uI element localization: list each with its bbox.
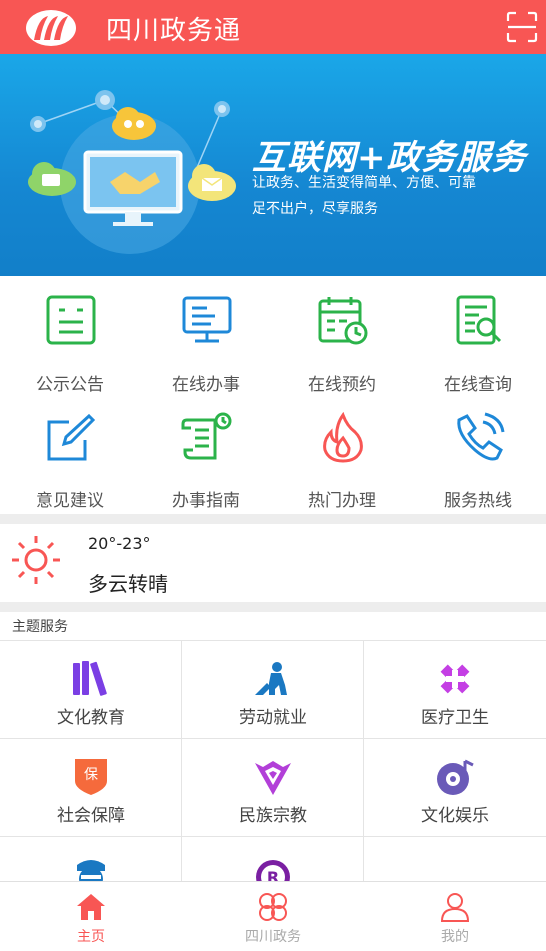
quick-item-label: 在线办事: [172, 375, 240, 395]
section-divider: [0, 514, 546, 524]
monitor-icon: [182, 296, 232, 343]
worker-icon: [255, 662, 287, 695]
weather-description: 多云转晴: [88, 572, 168, 596]
theme-item-label: 社会保障: [57, 806, 125, 826]
theme-item-culture-education[interactable]: 文化教育: [0, 641, 182, 739]
calendar-clock-icon: [318, 297, 368, 345]
theme-item-police[interactable]: [0, 837, 182, 884]
user-icon: [440, 893, 470, 922]
tab-home[interactable]: 主页: [0, 882, 182, 951]
quick-item-feedback[interactable]: 意见建议: [2, 412, 138, 522]
sichuan-logo-icon: [26, 10, 76, 46]
theme-item-label: 劳动就业: [239, 708, 307, 728]
scan-icon[interactable]: [506, 11, 538, 43]
theme-item-label: 文化娱乐: [421, 806, 489, 826]
quick-item-label: 服务热线: [444, 491, 512, 511]
quick-item-notice[interactable]: 公示公告: [2, 294, 138, 404]
tab-label: 我的: [441, 929, 469, 945]
theme-item-employment[interactable]: 劳动就业: [182, 641, 364, 739]
quick-item-label: 在线查询: [444, 375, 512, 395]
tab-sichuan-affairs[interactable]: 四川政务: [182, 882, 364, 951]
quick-item-label: 意见建议: [36, 491, 104, 511]
badge-r-icon: R: [256, 860, 290, 884]
section-title: 主题服务: [12, 619, 68, 635]
theme-item-label: 文化教育: [57, 708, 125, 728]
quick-item-hot[interactable]: 热门办理: [274, 412, 410, 522]
notice-board-icon: [46, 295, 96, 345]
quick-item-appointment[interactable]: 在线预约: [274, 294, 410, 404]
ethnic-ornament-icon: [255, 761, 291, 795]
home-icon: [77, 894, 105, 920]
music-disc-icon: [437, 759, 474, 795]
clover-icon: [259, 893, 287, 921]
promo-banner[interactable]: 互联网+政务服务 让政务、生活变得简单、方便、可靠 足不出户，尽享服务: [0, 54, 546, 276]
top-bar: 四川政务通: [0, 0, 546, 54]
banner-illustration: [28, 90, 236, 254]
theme-item-entertainment[interactable]: 文化娱乐: [364, 739, 546, 837]
quick-item-label: 公示公告: [36, 375, 104, 395]
quick-item-label: 办事指南: [172, 491, 240, 511]
theme-item-badge[interactable]: R: [182, 837, 364, 884]
books-icon: [73, 661, 107, 696]
quick-item-label: 热门办理: [308, 491, 376, 511]
more-dots-icon: [438, 883, 472, 884]
bottom-tab-bar: 主页 四川政务 我的: [0, 881, 546, 951]
medical-cross-icon: [440, 664, 470, 694]
theme-item-ethnic-religion[interactable]: 民族宗教: [182, 739, 364, 837]
weather-widget[interactable]: 20°-23° 多云转晴: [0, 524, 546, 602]
quick-item-label: 在线预约: [308, 375, 376, 395]
tab-label: 主页: [77, 929, 105, 945]
app-root: 四川政务通 互联网+政务服务 让政务、生活变得简单、方便、可靠 足不出户，尽享服…: [0, 0, 546, 951]
guide-scroll-icon: [181, 412, 232, 460]
sun-icon: [12, 536, 60, 584]
quick-item-online-handle[interactable]: 在线办事: [138, 294, 274, 404]
tab-label: 四川政务: [245, 929, 301, 945]
flame-icon: [323, 412, 363, 463]
banner-subtitle-2: 足不出户，尽享服务: [252, 201, 378, 217]
document-search-icon: [456, 295, 502, 345]
theme-item-label: 医疗卫生: [421, 708, 489, 728]
theme-item-medical[interactable]: 医疗卫生: [364, 641, 546, 739]
theme-item-social-security[interactable]: 保 社会保障: [0, 739, 182, 837]
phone-icon: [457, 412, 505, 461]
theme-item-more[interactable]: [364, 837, 546, 884]
theme-item-label: 民族宗教: [239, 806, 307, 826]
quick-item-hotline[interactable]: 服务热线: [410, 412, 546, 522]
app-title: 四川政务通: [106, 16, 242, 46]
quick-item-query[interactable]: 在线查询: [410, 294, 546, 404]
edit-pen-icon: [47, 413, 96, 461]
section-divider: [0, 602, 546, 612]
tab-mine[interactable]: 我的: [364, 882, 546, 951]
police-icon: [77, 860, 105, 884]
theme-services-grid: 文化教育 劳动就业 医疗卫生 保 社会保障 民族宗教 文化娱乐 R: [0, 640, 546, 884]
quick-services-grid: 公示公告 在线办事 在线预约 在线查询 意见建议 办事指南 热门办理 服务热线: [0, 276, 546, 514]
banner-subtitle-1: 让政务、生活变得简单、方便、可靠: [252, 175, 476, 191]
weather-temperature: 20°-23°: [88, 534, 151, 553]
quick-item-guide[interactable]: 办事指南: [138, 412, 274, 522]
svg-text:保: 保: [84, 767, 98, 783]
shield-bao-icon: 保: [75, 759, 107, 795]
